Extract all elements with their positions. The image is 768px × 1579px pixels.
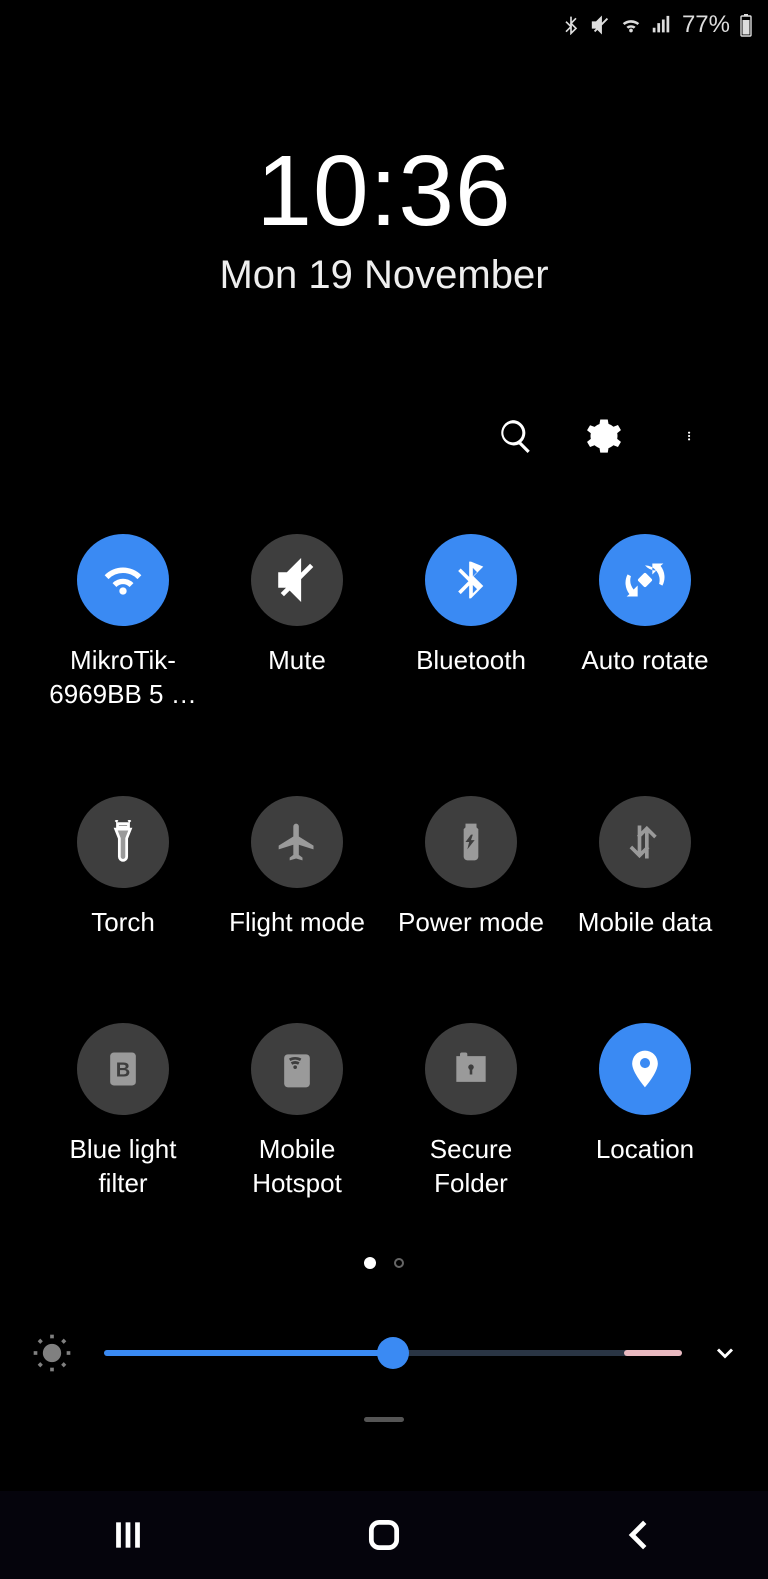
tile-label: Mobile Hotspot: [217, 1133, 377, 1201]
tile-label: Location: [596, 1133, 694, 1167]
clock-time: 10:36: [0, 134, 768, 249]
battery-percent: 77%: [682, 11, 730, 39]
tile-bluetooth[interactable]: Bluetooth: [384, 534, 558, 712]
search-icon[interactable]: [496, 416, 536, 456]
tile-label: Mute: [268, 644, 326, 678]
bluelight-toggle[interactable]: [77, 1023, 169, 1115]
wifi-toggle[interactable]: [77, 534, 169, 626]
airplane-icon: [275, 820, 319, 864]
brightness-expand-chevron-icon[interactable]: [710, 1338, 740, 1368]
location-icon: [623, 1047, 667, 1091]
tile-label: Blue light filter: [43, 1133, 203, 1201]
gear-icon[interactable]: [584, 416, 624, 456]
tile-label: MikroTik-6969BB 5 …: [43, 644, 203, 712]
tile-label: Secure Folder: [391, 1133, 551, 1201]
brightness-slider[interactable]: [104, 1350, 682, 1356]
page-indicator[interactable]: [0, 1257, 768, 1269]
rotate-toggle[interactable]: [599, 534, 691, 626]
power-toggle[interactable]: [425, 796, 517, 888]
quick-settings-grid: MikroTik-6969BB 5 … Mute Bluetooth Auto rot…: [0, 534, 768, 1201]
tile-wifi[interactable]: MikroTik-6969BB 5 …: [36, 534, 210, 712]
recents-button[interactable]: [103, 1510, 153, 1560]
airplane-toggle[interactable]: [251, 796, 343, 888]
tile-data[interactable]: Mobile data: [558, 796, 732, 940]
page-dot-2[interactable]: [394, 1258, 404, 1268]
data-toggle[interactable]: [599, 796, 691, 888]
panel-toolbar: [0, 416, 768, 456]
tile-secure[interactable]: Secure Folder: [384, 1023, 558, 1201]
tile-hotspot[interactable]: Mobile Hotspot: [210, 1023, 384, 1201]
signal-status-icon: [650, 14, 672, 36]
secure-icon: [449, 1047, 493, 1091]
tile-label: Torch: [91, 906, 155, 940]
tile-label: Bluetooth: [416, 644, 526, 678]
navigation-bar: [0, 1491, 768, 1579]
battery-status-icon: [738, 14, 754, 36]
hotspot-icon: [275, 1047, 319, 1091]
clock-area: 10:36 Mon 19 November: [0, 134, 768, 298]
tile-rotate[interactable]: Auto rotate: [558, 534, 732, 712]
more-icon[interactable]: [672, 416, 712, 456]
mute-icon: [275, 558, 319, 602]
wifi-status-icon: [620, 14, 642, 36]
tile-torch[interactable]: Torch: [36, 796, 210, 940]
bluetooth-toggle[interactable]: [425, 534, 517, 626]
hotspot-toggle[interactable]: [251, 1023, 343, 1115]
bluetooth-icon: [449, 558, 493, 602]
drag-handle[interactable]: [364, 1417, 404, 1422]
tile-airplane[interactable]: Flight mode: [210, 796, 384, 940]
tile-bluelight[interactable]: Blue light filter: [36, 1023, 210, 1201]
power-icon: [449, 820, 493, 864]
back-button[interactable]: [615, 1510, 665, 1560]
clock-date: Mon 19 November: [0, 253, 768, 298]
mute-status-icon: [590, 14, 612, 36]
torch-toggle[interactable]: [77, 796, 169, 888]
status-bar: 77%: [0, 0, 768, 44]
bluetooth-status-icon: [560, 14, 582, 36]
wifi-icon: [101, 558, 145, 602]
tile-power[interactable]: Power mode: [384, 796, 558, 940]
brightness-row: [0, 1329, 768, 1377]
brightness-icon: [28, 1329, 76, 1377]
tile-location[interactable]: Location: [558, 1023, 732, 1201]
home-button[interactable]: [359, 1510, 409, 1560]
location-toggle[interactable]: [599, 1023, 691, 1115]
tile-label: Flight mode: [229, 906, 365, 940]
tile-mute[interactable]: Mute: [210, 534, 384, 712]
mute-toggle[interactable]: [251, 534, 343, 626]
bluelight-icon: [101, 1047, 145, 1091]
torch-icon: [101, 820, 145, 864]
page-dot-1[interactable]: [364, 1257, 376, 1269]
secure-toggle[interactable]: [425, 1023, 517, 1115]
tile-label: Power mode: [398, 906, 544, 940]
data-icon: [623, 820, 667, 864]
tile-label: Auto rotate: [581, 644, 708, 678]
tile-label: Mobile data: [578, 906, 712, 940]
rotate-icon: [623, 558, 667, 602]
